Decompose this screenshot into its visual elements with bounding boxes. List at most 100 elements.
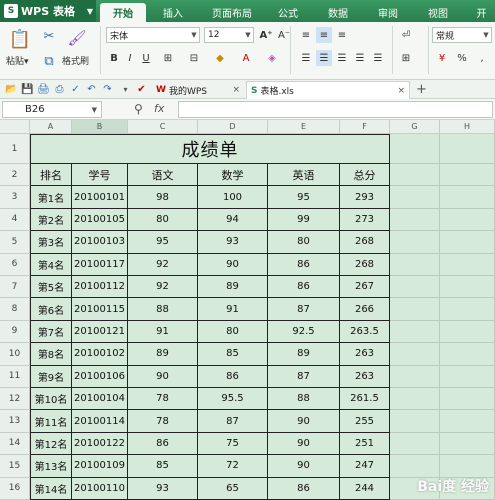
table-cell[interactable]: 90 — [128, 365, 198, 388]
table-cell[interactable]: 20100110 — [72, 477, 128, 500]
table-cell[interactable]: 95 — [268, 186, 340, 209]
tab-data[interactable]: 数据 — [318, 3, 358, 22]
close-icon[interactable]: × — [397, 86, 405, 96]
grid-cell[interactable] — [440, 208, 495, 232]
bold-icon[interactable]: B — [106, 50, 122, 66]
table-cell[interactable]: 263 — [340, 365, 390, 388]
doc-tab-mywps[interactable]: W 我的WPS × — [152, 81, 244, 99]
table-cell[interactable]: 92 — [128, 253, 198, 276]
increase-font-icon[interactable]: A⁺ — [258, 27, 274, 43]
table-cell[interactable]: 89 — [128, 343, 198, 366]
table-cell[interactable]: 20100122 — [72, 432, 128, 456]
table-cell[interactable]: 第2名 — [30, 208, 72, 232]
grid-cell[interactable] — [390, 410, 440, 433]
table-cell[interactable]: 80 — [128, 208, 198, 232]
table-cell[interactable]: 85 — [128, 455, 198, 478]
column-title-cell[interactable]: 学号 — [72, 164, 128, 187]
doc-tab-spreadsheet[interactable]: S 表格.xls × — [246, 81, 410, 99]
table-cell[interactable]: 86 — [128, 432, 198, 456]
grid-cell[interactable] — [440, 253, 495, 276]
table-cell[interactable]: 244 — [340, 477, 390, 500]
row-header-13[interactable]: 13 — [0, 410, 30, 433]
row-header-12[interactable]: 12 — [0, 388, 30, 411]
table-cell[interactable]: 251 — [340, 432, 390, 456]
tab-developer[interactable]: 开 — [468, 3, 495, 22]
table-cell[interactable]: 20100109 — [72, 455, 128, 478]
grid-cell[interactable] — [390, 208, 440, 232]
align-bottom-icon[interactable]: ≡ — [334, 27, 350, 43]
table-cell[interactable]: 20100114 — [72, 410, 128, 433]
column-title-cell[interactable]: 排名 — [30, 164, 72, 187]
table-cell[interactable]: 20100102 — [72, 343, 128, 366]
align-right-icon[interactable]: ☰ — [334, 50, 350, 66]
border-icon[interactable]: ⊞ — [160, 50, 176, 66]
table-cell[interactable]: 91 — [198, 298, 268, 321]
table-cell[interactable]: 第3名 — [30, 231, 72, 254]
table-cell[interactable]: 第7名 — [30, 320, 72, 344]
table-cell[interactable]: 第12名 — [30, 432, 72, 456]
table-cell[interactable]: 第10名 — [30, 388, 72, 411]
table-cell[interactable]: 261.5 — [340, 388, 390, 411]
table-cell[interactable]: 89 — [268, 343, 340, 366]
wrap-text-icon[interactable]: ⏎ — [398, 27, 414, 43]
grid-cell[interactable] — [390, 343, 440, 366]
grid-cell[interactable] — [440, 343, 495, 366]
table-cell[interactable]: 87 — [268, 365, 340, 388]
grid-cell[interactable] — [440, 320, 495, 344]
table-cell[interactable]: 第11名 — [30, 410, 72, 433]
tab-formula[interactable]: 公式 — [268, 3, 308, 22]
row-header-2[interactable]: 2 — [0, 164, 30, 187]
print-icon[interactable]: 🖨 — [36, 82, 51, 97]
tab-insert[interactable]: 插入 — [150, 3, 196, 22]
table-cell[interactable]: 第6名 — [30, 298, 72, 321]
cell-name-box[interactable]: B26 ▼ — [2, 101, 102, 118]
table-cell[interactable]: 95 — [128, 231, 198, 254]
table-cell[interactable]: 20100121 — [72, 320, 128, 344]
select-all-corner[interactable] — [0, 120, 30, 134]
align-center-icon[interactable]: ☰ — [316, 50, 332, 66]
column-header-e[interactable]: E — [268, 120, 340, 134]
table-cell[interactable]: 255 — [340, 410, 390, 433]
table-cell[interactable]: 263.5 — [340, 320, 390, 344]
table-cell[interactable]: 100 — [198, 186, 268, 209]
table-cell[interactable]: 273 — [340, 208, 390, 232]
distribute-icon[interactable]: ☰ — [370, 50, 386, 66]
column-title-cell[interactable]: 总分 — [340, 164, 390, 187]
grid-cell[interactable] — [390, 432, 440, 456]
table-cell[interactable]: 93 — [128, 477, 198, 500]
table-cell[interactable]: 第4名 — [30, 253, 72, 276]
format-painter-label[interactable]: 格式刷 — [62, 54, 89, 67]
grid-cell[interactable] — [440, 164, 495, 187]
justify-icon[interactable]: ☰ — [352, 50, 368, 66]
table-cell[interactable]: 293 — [340, 186, 390, 209]
function-icon[interactable]: fx — [154, 102, 164, 115]
row-header-14[interactable]: 14 — [0, 432, 30, 456]
grid-cell[interactable] — [390, 276, 440, 299]
grid-cell[interactable] — [440, 365, 495, 388]
thousands-icon[interactable]: ‚ — [474, 50, 490, 66]
table-cell[interactable]: 90 — [268, 455, 340, 478]
table-cell[interactable]: 268 — [340, 231, 390, 254]
table-cell[interactable]: 75 — [198, 432, 268, 456]
font-size-select[interactable]: 12 ▼ — [204, 27, 254, 43]
table-cell[interactable]: 86 — [198, 365, 268, 388]
column-header-g[interactable]: G — [390, 120, 440, 134]
align-middle-icon[interactable]: ≡ — [316, 27, 332, 43]
tab-page-layout[interactable]: 页面布局 — [200, 3, 264, 22]
column-title-cell[interactable]: 语文 — [128, 164, 198, 187]
grid-cell[interactable] — [390, 365, 440, 388]
table-cell[interactable]: 80 — [268, 231, 340, 254]
align-top-icon[interactable]: ≡ — [298, 27, 314, 43]
table-cell[interactable]: 80 — [198, 320, 268, 344]
table-cell[interactable]: 第8名 — [30, 343, 72, 366]
table-cell[interactable]: 第9名 — [30, 365, 72, 388]
column-header-c[interactable]: C — [128, 120, 198, 134]
table-cell[interactable]: 92.5 — [268, 320, 340, 344]
grid-cell[interactable] — [390, 388, 440, 411]
grid-cell[interactable] — [440, 455, 495, 478]
table-cell[interactable]: 247 — [340, 455, 390, 478]
grid-cell[interactable] — [440, 298, 495, 321]
fill-color-icon[interactable]: ◆ — [212, 50, 228, 66]
grid-cell[interactable] — [440, 432, 495, 456]
open-folder-icon[interactable]: 📂 — [4, 82, 19, 97]
